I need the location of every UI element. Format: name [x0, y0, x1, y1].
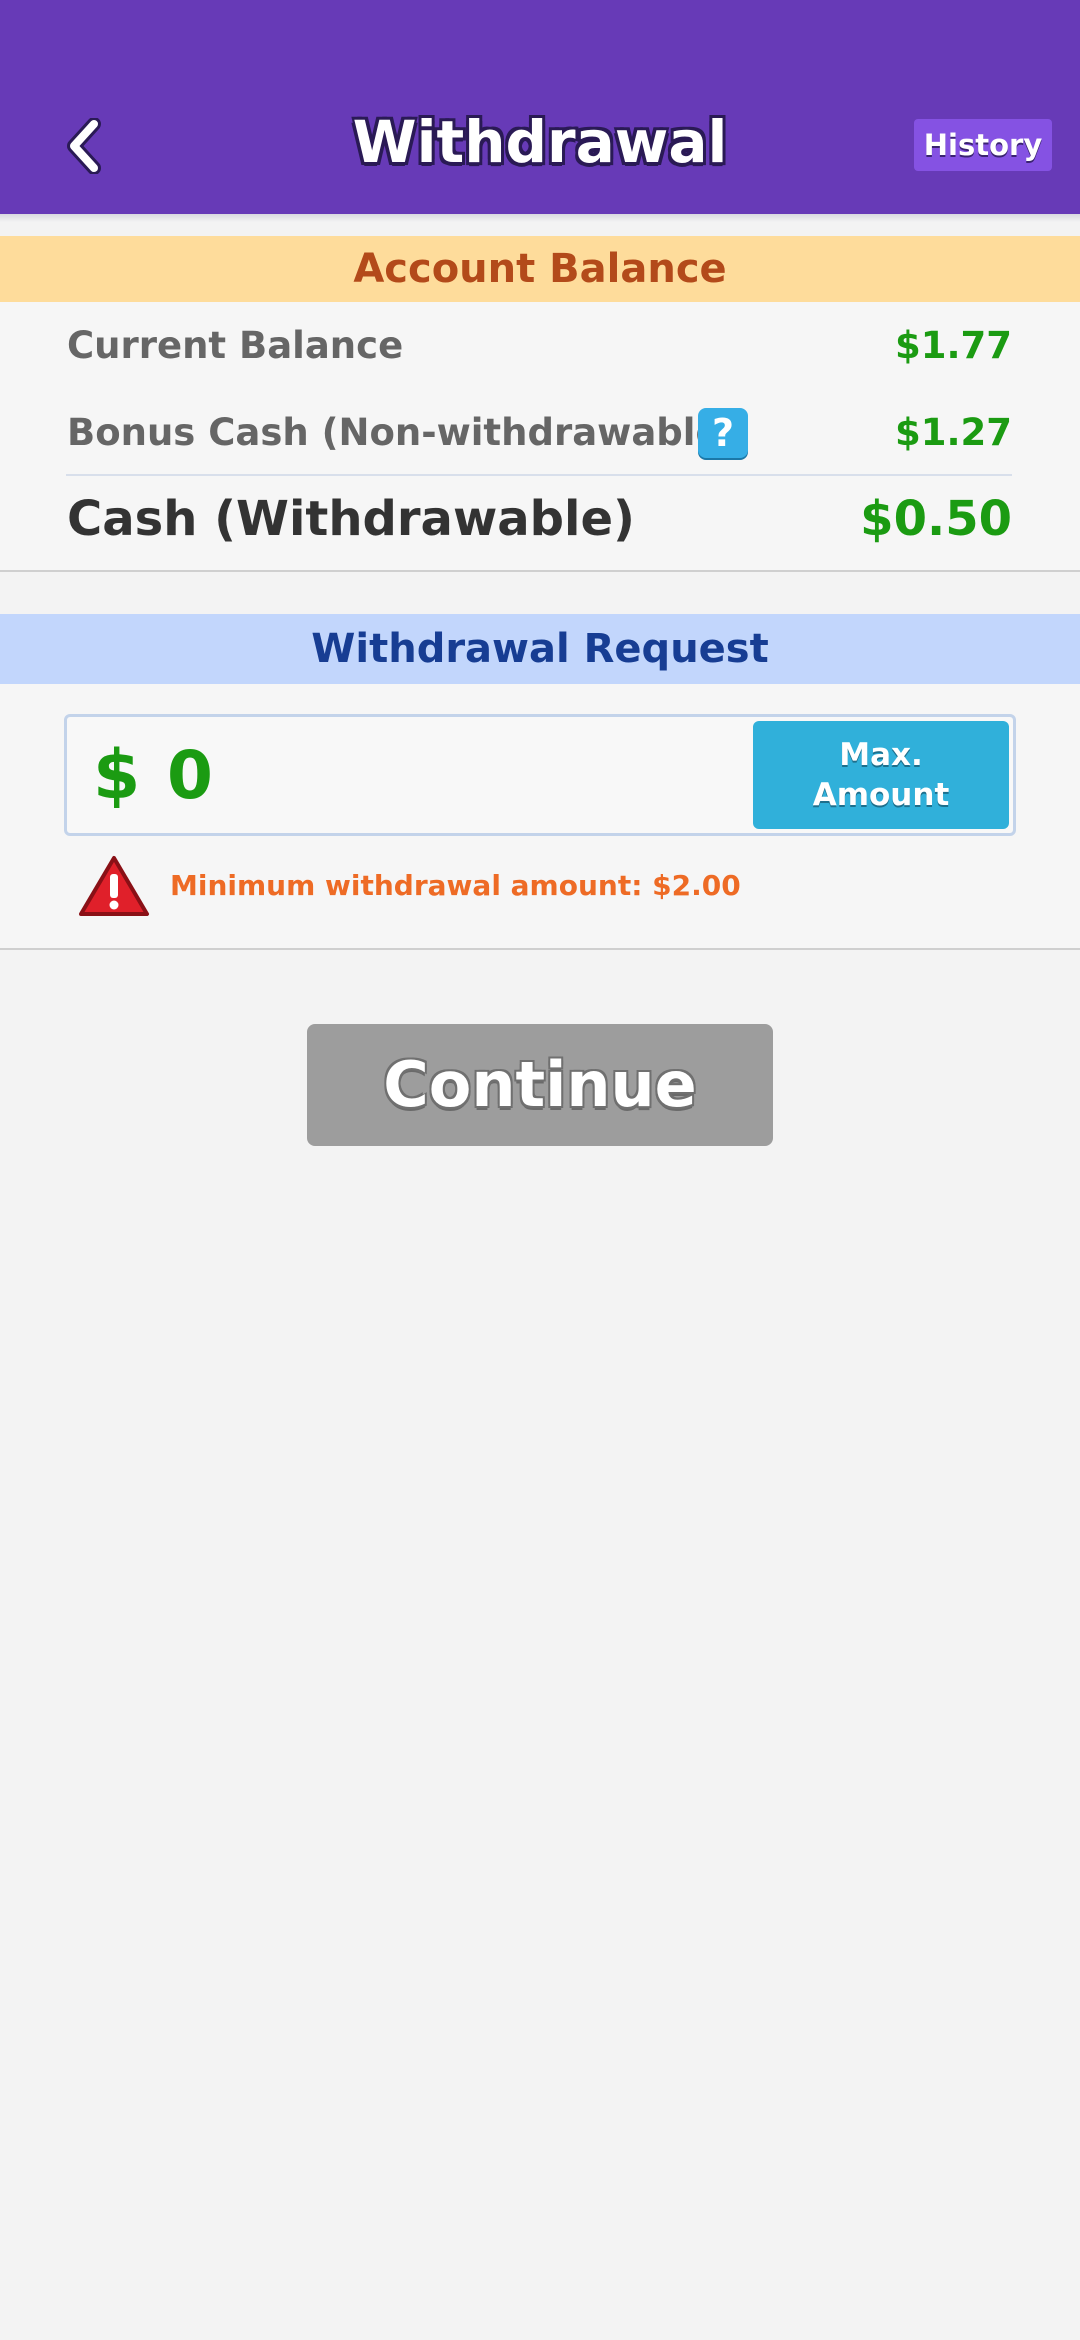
- currency-symbol: $: [93, 736, 141, 815]
- amount-value[interactable]: 0: [167, 731, 213, 821]
- bonus-cash-value: $1.27: [894, 411, 1012, 454]
- continue-button[interactable]: Continue: [307, 1024, 773, 1146]
- account-balance-heading: Account Balance: [0, 236, 1080, 302]
- withdrawal-request-heading: Withdrawal Request: [0, 614, 1080, 684]
- question-mark-icon[interactable]: ?: [698, 408, 748, 458]
- header-divider: [0, 214, 1080, 222]
- max-amount-line1: Max.: [839, 737, 923, 773]
- header-bar: Withdrawal History: [0, 0, 1080, 214]
- account-balance-card: Account Balance Current Balance $1.77 Bo…: [0, 236, 1080, 572]
- current-balance-label: Current Balance: [67, 324, 404, 367]
- withdrawal-screen: Withdrawal History Account Balance Curre…: [0, 0, 1080, 2340]
- chevron-left-icon: [67, 118, 101, 174]
- max-amount-line2: Amount: [812, 777, 950, 813]
- amount-input[interactable]: $ 0 Max. Amount: [64, 714, 1016, 836]
- page-title: Withdrawal: [352, 108, 728, 176]
- withdrawable-cash-value: $0.50: [860, 491, 1012, 547]
- history-button[interactable]: History: [914, 119, 1052, 171]
- bonus-cash-label: Bonus Cash (Non-withdrawable): [67, 411, 738, 454]
- minimum-withdrawal-warning: Minimum withdrawal amount: $2.00: [170, 869, 741, 902]
- withdrawal-request-card: Withdrawal Request $ 0 Max. Amount Minim…: [0, 614, 1080, 950]
- withdrawable-cash-label: Cash (Withdrawable): [67, 491, 635, 547]
- back-button[interactable]: [52, 108, 116, 184]
- current-balance-value: $1.77: [894, 324, 1012, 367]
- balance-divider: [66, 474, 1012, 476]
- max-amount-button[interactable]: Max. Amount: [753, 721, 1009, 829]
- warning-triangle-icon: [78, 854, 150, 918]
